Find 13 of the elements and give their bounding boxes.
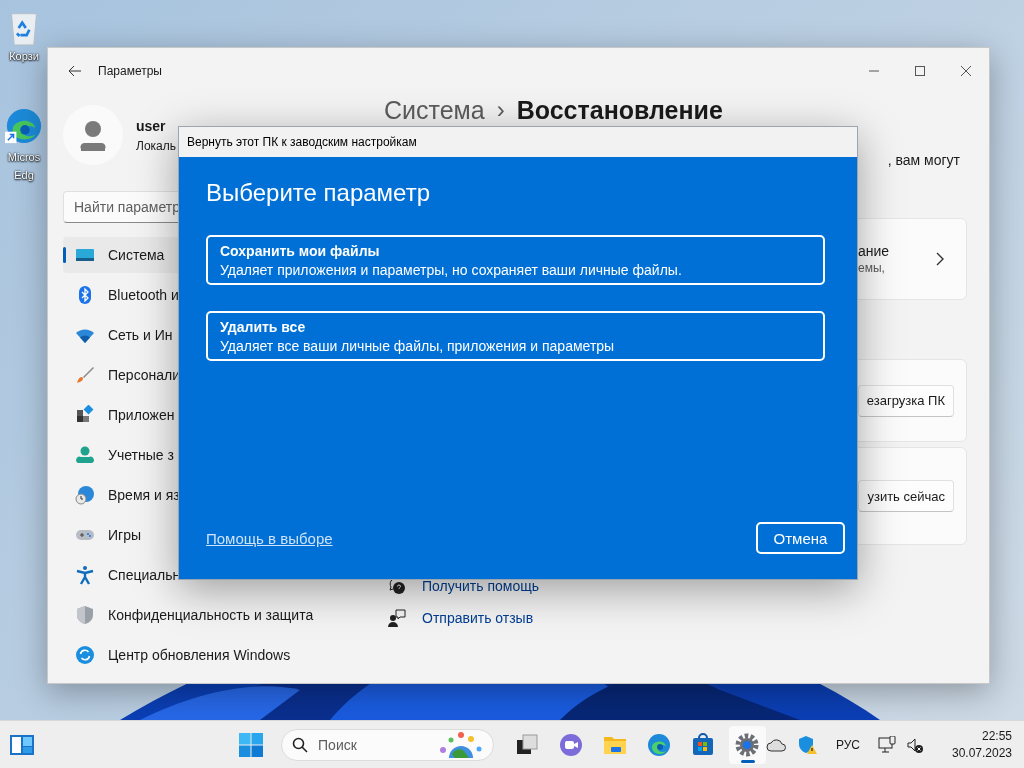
desktop-icon-label: Edg [14,168,34,183]
dialog-title: Вернуть этот ПК к заводским настройкам [187,135,417,149]
desktop-icon-label: Micros [7,150,41,165]
user-name: user [136,117,167,134]
page-title: Восстановление [516,95,723,125]
card-subtitle: емы, [858,261,886,275]
window-title: Параметры [98,64,162,78]
breadcrumb-separator: › [496,96,505,124]
account-type: Локаль [136,138,176,153]
desktop-icon-label: Корзи [9,49,39,64]
card-title: ание [858,243,891,259]
dialog-heading: Выберите параметр [206,179,431,207]
description-text: , вам могут [887,152,960,168]
